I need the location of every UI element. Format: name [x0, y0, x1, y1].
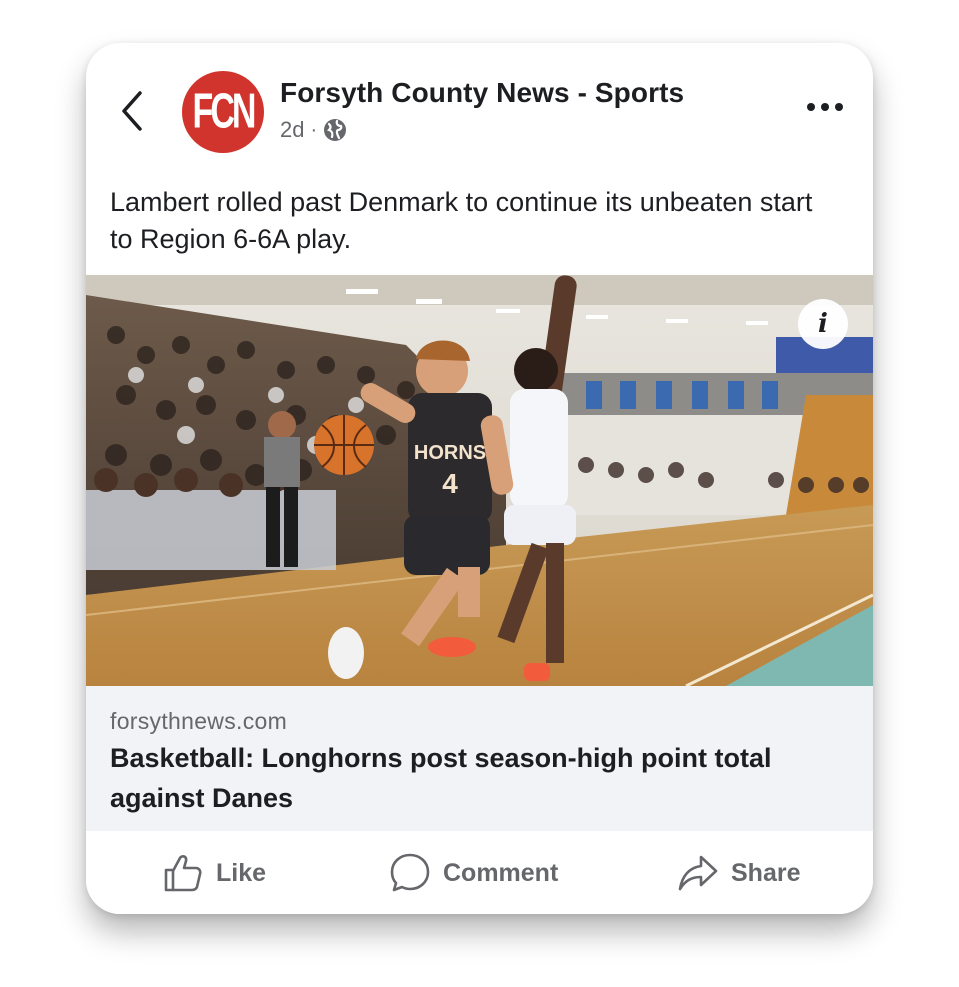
basketball-game-image: HORNS 4 [86, 275, 873, 686]
like-button[interactable]: Like [162, 851, 266, 895]
link-title: Basketball: Longhorns post season-high p… [110, 743, 772, 813]
link-preview[interactable]: forsythnews.com Basketball: Longhorns po… [86, 686, 873, 831]
link-domain: forsythnews.com [110, 708, 288, 734]
post-caption: Lambert rolled past Denmark to continue … [110, 187, 813, 254]
photo-info-button[interactable]: i [798, 299, 848, 349]
chevron-left-icon [122, 91, 142, 131]
like-label: Like [216, 858, 267, 887]
comment-icon [390, 853, 430, 892]
page-name[interactable]: Forsyth County News - Sports [280, 77, 684, 109]
post-card: FCN Forsyth County News - Sports 2d · La… [86, 43, 873, 914]
action-bar: Like Comment Share [86, 831, 873, 914]
logo-text: FCN [192, 83, 257, 139]
comment-button[interactable]: Comment [389, 851, 558, 895]
meta-separator: · [310, 118, 318, 141]
share-button[interactable]: Share [677, 851, 800, 895]
jersey-text: HORNS [414, 442, 486, 464]
more-dots-icon [807, 103, 843, 111]
jersey-number: 4 [442, 468, 458, 499]
globe-icon [324, 119, 347, 141]
thumbs-up-icon [164, 855, 202, 892]
post-photo[interactable]: HORNS 4 i [86, 275, 873, 686]
more-options-button[interactable] [805, 97, 845, 117]
comment-label: Comment [443, 858, 559, 887]
post-time[interactable]: 2d [280, 117, 304, 143]
post-meta: 2d · [280, 117, 347, 143]
share-label: Share [731, 858, 801, 887]
back-button[interactable] [116, 89, 150, 133]
page-avatar[interactable]: FCN [182, 71, 264, 153]
share-icon [678, 855, 718, 891]
